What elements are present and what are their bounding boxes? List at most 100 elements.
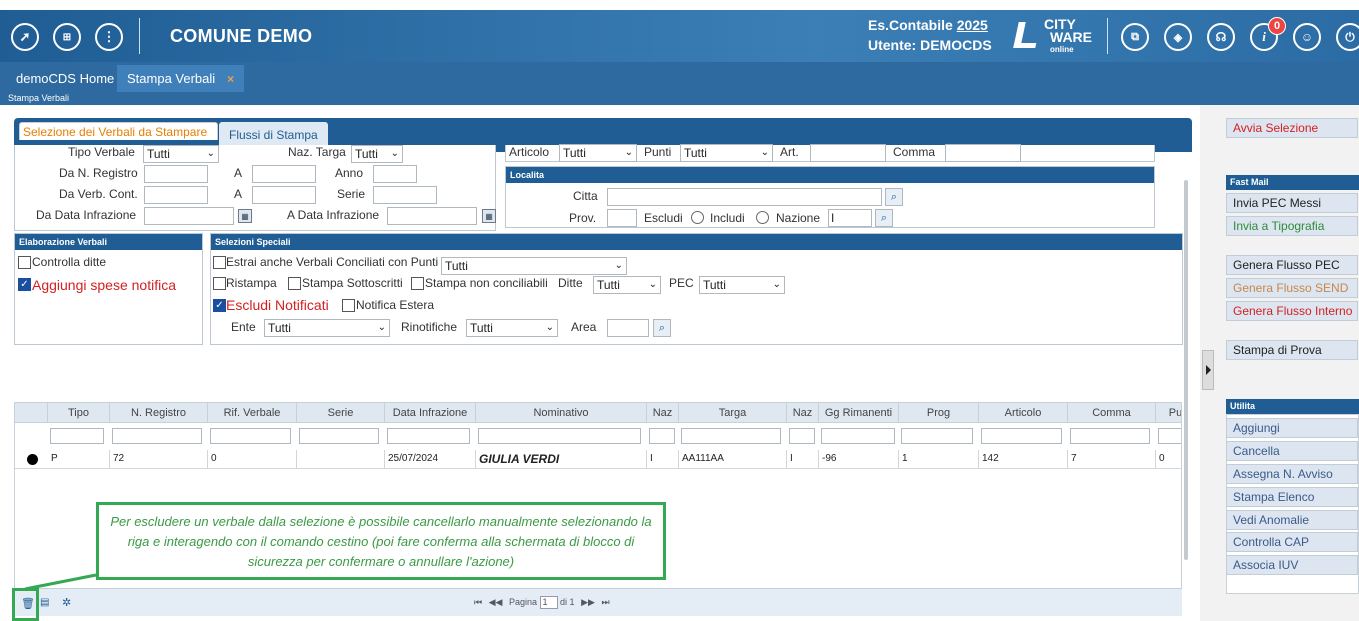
col-prog[interactable]: Prog	[899, 403, 979, 423]
filter-pu[interactable]	[1158, 428, 1181, 444]
a-verb-cont-input[interactable]	[252, 186, 316, 204]
sidebar-toggle-handle[interactable]	[1202, 350, 1214, 390]
aggiungi-spese-checkbox[interactable]: ✓	[18, 278, 31, 291]
ristampa-checkbox[interactable]	[213, 277, 226, 290]
nazione-input[interactable]: I	[828, 209, 872, 227]
comma-input[interactable]	[945, 144, 1021, 162]
articolo-select[interactable]: Tutti ⌄	[559, 144, 637, 162]
filter-nominativo[interactable]	[478, 428, 641, 444]
ditte-select[interactable]: Tutti ⌄	[593, 276, 661, 294]
stampa-elenco-button[interactable]: Stampa Elenco	[1226, 487, 1358, 507]
invia-tipografia-button[interactable]: Invia a Tipografia	[1226, 216, 1358, 236]
a-data-input[interactable]	[387, 207, 477, 225]
rocket-icon[interactable]: ➚	[11, 23, 39, 51]
col-nominativo[interactable]: Nominativo	[476, 403, 647, 423]
stampa-sottoscritti-checkbox[interactable]	[288, 277, 301, 290]
associa-iuv-button[interactable]: Associa IUV	[1226, 555, 1358, 575]
estrai-checkbox[interactable]	[213, 256, 226, 269]
es-year[interactable]: 2025	[957, 17, 988, 33]
filter-rif-verbale[interactable]	[210, 428, 291, 444]
escludi-notificati-checkbox[interactable]: ✓	[213, 299, 226, 312]
avvia-selezione-button[interactable]: Avvia Selezione	[1226, 118, 1358, 138]
a-n-registro-input[interactable]	[252, 165, 316, 183]
citta-input[interactable]	[607, 188, 882, 206]
gear-icon[interactable]: ✲	[62, 596, 71, 609]
stampa-non-conc-checkbox[interactable]	[411, 277, 424, 290]
area-input[interactable]	[607, 319, 649, 337]
filter-naz2[interactable]	[789, 428, 815, 444]
filter-prog[interactable]	[901, 428, 973, 444]
col-serie[interactable]: Serie	[297, 403, 385, 423]
prov-input[interactable]	[607, 209, 637, 227]
tab-home[interactable]: demoCDS Home	[6, 65, 124, 92]
tab-selezione[interactable]: Selezione dei Verbali da Stampare	[19, 122, 219, 140]
rinotifiche-select[interactable]: Tutti ⌄	[466, 319, 558, 337]
anno-input[interactable]	[373, 165, 417, 183]
close-tab-icon[interactable]: ×	[227, 72, 234, 86]
col-tipo[interactable]: Tipo	[48, 403, 110, 423]
assegna-avviso-button[interactable]: Assegna N. Avviso	[1226, 464, 1358, 484]
col-naz[interactable]: Naz	[647, 403, 679, 423]
vertical-scrollbar[interactable]	[1184, 180, 1188, 560]
art-input[interactable]	[810, 144, 886, 162]
filter-tipo[interactable]	[50, 428, 104, 444]
power-icon[interactable]: ⏻	[1336, 23, 1359, 51]
col-targa[interactable]: Targa	[679, 403, 787, 423]
includi-radio[interactable]	[756, 211, 769, 224]
filter-articolo[interactable]	[981, 428, 1062, 444]
estrai-select[interactable]: Tutti ⌄	[441, 257, 627, 275]
window-icon[interactable]: ⧉	[1121, 23, 1149, 51]
headset-icon[interactable]: ☊	[1207, 23, 1235, 51]
genera-interno-button[interactable]: Genera Flusso Interno	[1226, 301, 1358, 321]
col-data-infrazione[interactable]: Data Infrazione	[385, 403, 476, 423]
genera-send-button[interactable]: Genera Flusso SEND	[1226, 278, 1358, 298]
col-naz2[interactable]: Naz	[787, 403, 819, 423]
col-gg-rimanenti[interactable]: Gg Rimanenti	[819, 403, 899, 423]
search-icon[interactable]: ⌕	[885, 188, 903, 206]
info-dots-icon[interactable]: ⋮	[95, 23, 123, 51]
filter-comma[interactable]	[1070, 428, 1150, 444]
da-n-registro-input[interactable]	[144, 165, 208, 183]
col-comma[interactable]: Comma	[1068, 403, 1156, 423]
filter-data[interactable]	[387, 428, 470, 444]
prev-page-icon[interactable]: ◀◀	[489, 597, 503, 607]
tipo-verbale-select[interactable]: Tutti ⌄	[143, 145, 219, 163]
col-articolo[interactable]: Articolo	[979, 403, 1068, 423]
calendar-icon[interactable]: ▦	[238, 209, 252, 223]
filter-n-registro[interactable]	[112, 428, 202, 444]
serie-input[interactable]	[373, 186, 437, 204]
user-icon[interactable]: ☺	[1293, 23, 1321, 51]
layers-icon[interactable]: ◈	[1164, 23, 1192, 51]
notifica-estera-checkbox[interactable]	[342, 299, 355, 312]
vedi-anomalie-button[interactable]: Vedi Anomalie	[1226, 510, 1358, 530]
grid-menu-icon[interactable]: ⊞	[53, 23, 81, 51]
col-pu[interactable]: Pu	[1156, 403, 1181, 423]
next-page-icon[interactable]: ▶▶	[581, 597, 595, 607]
invia-pec-button[interactable]: Invia PEC Messi	[1226, 193, 1358, 213]
filter-gg[interactable]	[821, 428, 895, 444]
genera-pec-button[interactable]: Genera Flusso PEC	[1226, 255, 1358, 275]
search-icon[interactable]: ⌕	[875, 209, 893, 227]
da-verb-cont-input[interactable]	[144, 186, 208, 204]
tab-stampa-verbali[interactable]: Stampa Verbali ×	[117, 65, 245, 92]
escludi-radio[interactable]	[691, 211, 704, 224]
col-rif-verbale[interactable]: Rif. Verbale	[208, 403, 297, 423]
first-page-icon[interactable]: ⏮	[474, 597, 482, 607]
naz-targa-select[interactable]: Tutti ⌄	[351, 145, 403, 163]
aggiungi-button[interactable]: Aggiungi	[1226, 418, 1358, 438]
punti-select[interactable]: Tutti ⌄	[680, 144, 773, 162]
pec-select[interactable]: Tutti ⌄	[699, 276, 785, 294]
col-n-registro[interactable]: N. Registro	[110, 403, 208, 423]
calendar-icon[interactable]: ▦	[482, 209, 496, 223]
last-page-icon[interactable]: ⏭	[601, 597, 609, 607]
filter-serie[interactable]	[299, 428, 379, 444]
controlla-ditte-checkbox[interactable]	[18, 256, 31, 269]
filter-targa[interactable]	[681, 428, 781, 444]
export-icon[interactable]: ▤	[40, 597, 49, 608]
da-data-input[interactable]	[144, 207, 234, 225]
search-icon[interactable]: ⌕	[653, 319, 671, 337]
filter-naz[interactable]	[649, 428, 675, 444]
page-input[interactable]: 1	[539, 596, 558, 609]
ente-select[interactable]: Tutti ⌄	[264, 319, 390, 337]
stampa-prova-button[interactable]: Stampa di Prova	[1226, 340, 1358, 360]
